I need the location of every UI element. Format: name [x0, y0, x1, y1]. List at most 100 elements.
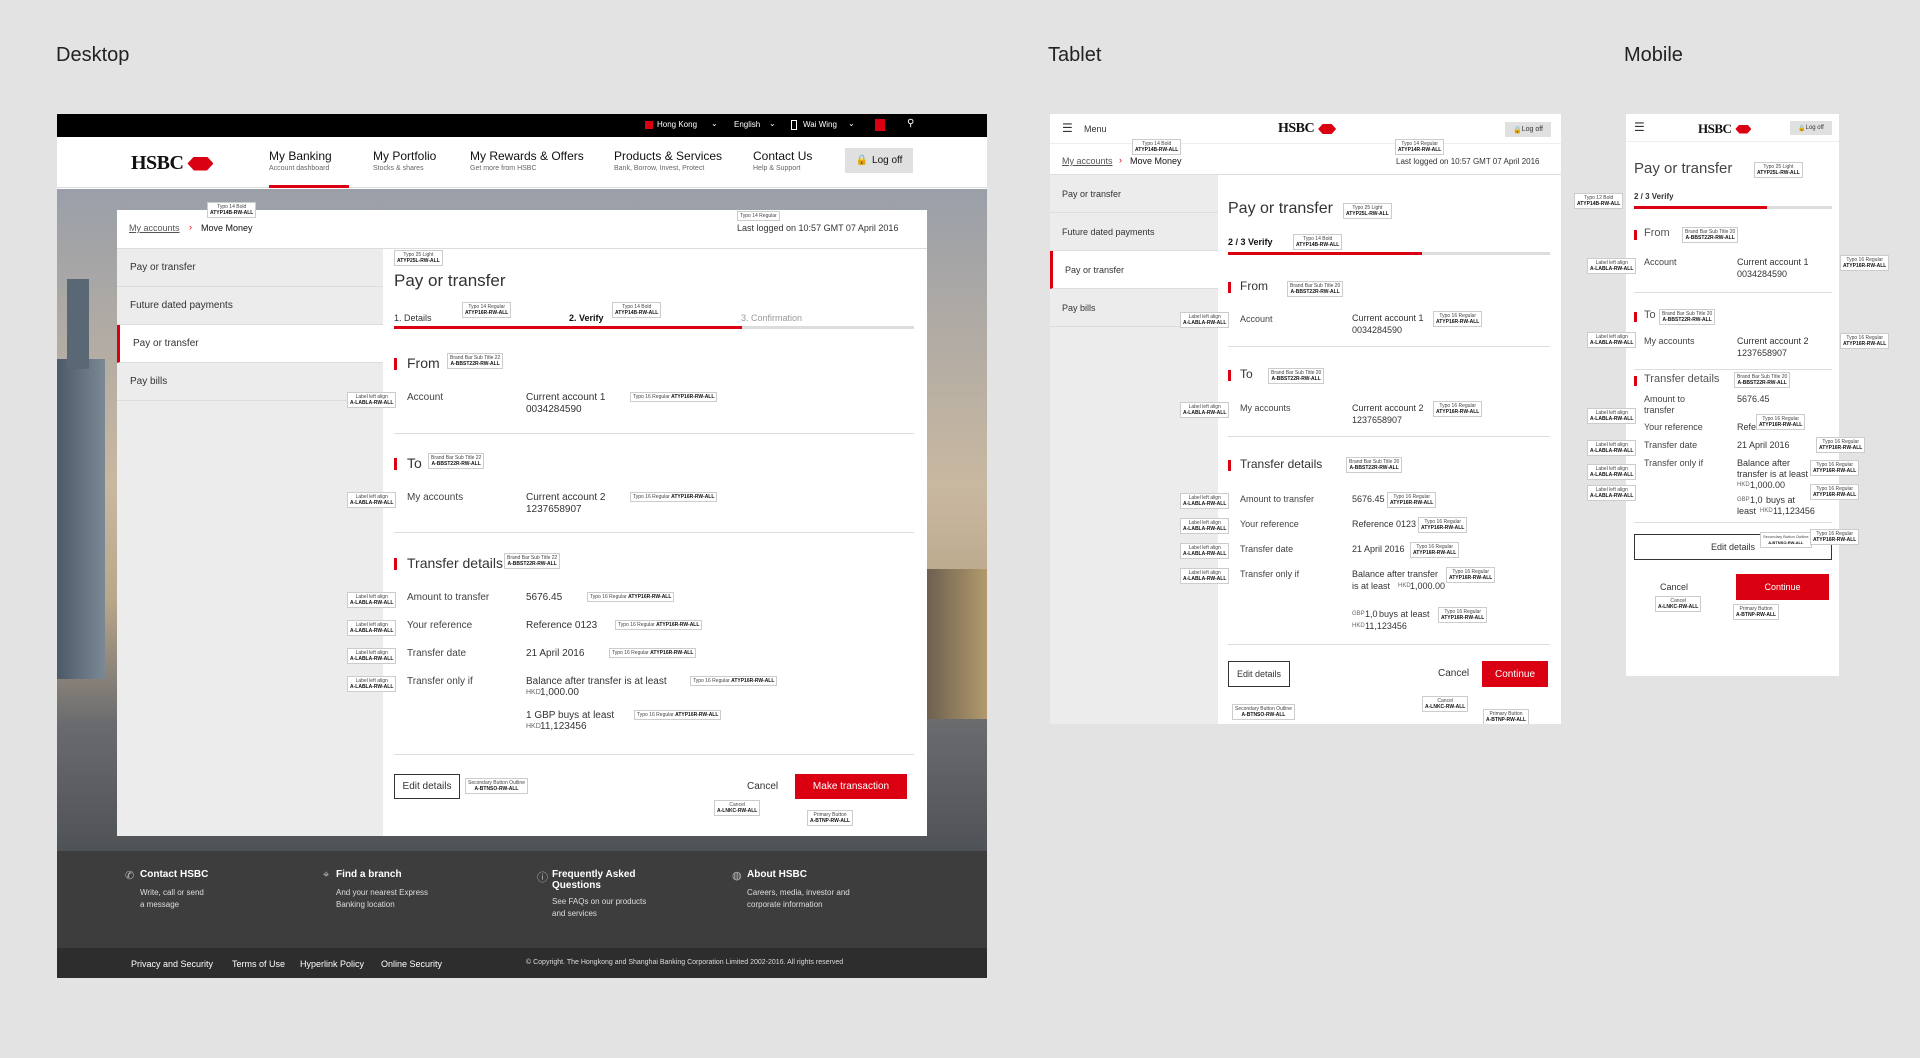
terms-link[interactable]: Terms of Use — [232, 959, 285, 969]
progress-fill — [1634, 206, 1767, 209]
footer-faq[interactable]: Frequently Asked Questions See FAQs on o… — [552, 869, 646, 918]
hsbc-logo[interactable]: HSBC — [1278, 121, 1337, 137]
to-number: 1237658907 — [1737, 348, 1788, 358]
footer-about[interactable]: About HSBC Careers, media, investor and … — [747, 869, 850, 909]
currency-code: HKD — [1737, 482, 1750, 488]
fx-rate-label: 1 GBP buys at least — [526, 710, 615, 721]
to-brand-bar — [1634, 312, 1637, 322]
page-title: Pay or transfer — [394, 271, 506, 290]
region-select[interactable]: Hong Kong — [657, 120, 697, 129]
to-label: My accounts — [1240, 403, 1291, 413]
logoff-button[interactable]: 🔒 Log off — [1790, 121, 1832, 135]
online-security-link[interactable]: Online Security — [381, 959, 442, 969]
sidebar-item-active[interactable]: Pay or transfer — [1050, 251, 1218, 289]
desktop-title: Desktop — [56, 44, 130, 66]
content-card: My accounts › Move Money Last logged on … — [117, 202, 927, 836]
spec-tag: Typo 16 Regular ATYP16R-RW-ALL — [1410, 542, 1460, 558]
reference-label: Your reference — [407, 620, 473, 631]
amount-label: Amount to — [1644, 394, 1686, 404]
menu-label[interactable]: Menu — [1084, 124, 1107, 134]
fx-rate-value: 11,123456 — [540, 721, 587, 732]
search-icon[interactable]: ⚲ — [907, 118, 914, 129]
edit-details-button[interactable]: Edit details — [394, 774, 460, 799]
chevron-down-icon: ⌄ — [769, 119, 776, 128]
language-select[interactable]: English — [734, 120, 760, 129]
spec-tag: Typo 14 Bold ATYP14B-RW-ALL — [612, 302, 662, 318]
logoff-button[interactable]: 🔒 Log off — [1505, 122, 1551, 137]
chevron-down-icon: ⌄ — [711, 119, 718, 128]
nav-contact-us[interactable]: Contact Us Help & Support — [753, 149, 812, 172]
logoff-button[interactable]: 🔒 Log off — [845, 148, 913, 173]
footer-branch[interactable]: Find a branch And your nearest Express B… — [336, 869, 428, 909]
to-number: 1237658907 — [526, 504, 582, 515]
nav-my-portfolio[interactable]: My Portfolio Stocks & shares — [373, 149, 436, 172]
make-transaction-button[interactable]: Make transaction — [795, 774, 907, 799]
edit-details-button[interactable]: Edit details — [1228, 661, 1290, 687]
spec-tag: Label left align A-LABLA-RW-ALL — [347, 676, 397, 692]
nav-my-rewards[interactable]: My Rewards & Offers Get more from HSBC — [470, 149, 584, 172]
hamburger-icon[interactable]: ☰ — [1062, 121, 1073, 135]
continue-button[interactable]: Continue — [1482, 661, 1548, 687]
spec-tag: Label left align A-LABLA-RW-ALL — [1587, 464, 1637, 480]
page-title: Pay or transfer — [1634, 160, 1733, 177]
hyperlink-policy-link[interactable]: Hyperlink Policy — [300, 959, 364, 969]
cancel-link[interactable]: Cancel — [1660, 582, 1688, 592]
cancel-link[interactable]: Cancel — [1438, 668, 1469, 679]
divider — [1228, 436, 1550, 437]
spec-tag: Typo 16 Regular ATYP16R-RW-ALL — [1446, 567, 1496, 583]
amount-value: 5676.45 — [526, 592, 563, 603]
sidebar-item-future-dated[interactable]: Future dated payments — [117, 287, 383, 325]
spec-tag: Label left align A-LABLA-RW-ALL — [1180, 568, 1230, 584]
breadcrumb-my-accounts[interactable]: My accounts — [129, 223, 180, 233]
continue-button[interactable]: Continue — [1736, 574, 1829, 600]
spec-tag: Label left align A-LABLA-RW-ALL — [1587, 332, 1637, 348]
step-confirmation: 3. Confirmation — [741, 313, 803, 323]
cancel-link[interactable]: Cancel — [747, 781, 778, 792]
hsbc-logo[interactable]: HSBC — [1698, 121, 1752, 137]
main-header: HSBC My Banking Account dashboard My Por… — [57, 137, 987, 188]
date-value: 21 April 2016 — [1352, 544, 1405, 554]
skyscraper-left-top — [67, 279, 89, 369]
sidebar-item-pay-bills[interactable]: Pay bills — [117, 363, 383, 401]
footer-contact[interactable]: Contact HSBC Write, call or send a messa… — [140, 869, 208, 909]
spec-tag: Typo 16 Regular ATYP16R-RW-ALL — [1810, 484, 1860, 500]
spec-tag: Label left align A-LABLA-RW-ALL — [347, 492, 397, 508]
amount-value: 5676.45 — [1352, 494, 1385, 504]
mobile-title: Mobile — [1624, 44, 1683, 66]
fx-rate-value: 11,123456 — [1365, 621, 1407, 631]
spec-tag: Typo 16 Regular ATYP16R-RW-ALL — [587, 592, 675, 602]
to-brand-bar — [1228, 370, 1231, 381]
sidebar-item-active[interactable]: Pay or transfer — [117, 325, 383, 363]
transfer-brand-bar — [394, 558, 397, 570]
privacy-link[interactable]: Privacy and Security — [131, 959, 213, 969]
sidebar-item-pay-or-transfer[interactable]: Pay or transfer — [1050, 175, 1218, 213]
spec-tag: Label left align A-LABLA-RW-ALL — [1180, 402, 1230, 418]
reference-label: Your reference — [1240, 519, 1299, 529]
hsbc-logo[interactable]: HSBC — [131, 152, 214, 175]
sidebar-item-pay-or-transfer[interactable]: Pay or transfer — [117, 249, 383, 287]
spec-tag: Brand Bar Sub Title 22 A-BBST22R-RW-ALL — [447, 353, 504, 369]
nav-my-banking[interactable]: My Banking Account dashboard — [269, 149, 332, 172]
sidebar: Pay or transfer Future dated payments Pa… — [117, 249, 383, 836]
currency-code: GBP — [1352, 611, 1365, 617]
tablet-frame: ☰ Menu HSBC 🔒 Log off My accounts › Move … — [1050, 114, 1561, 724]
inbox-icon[interactable] — [875, 119, 885, 131]
mobile-frame: ☰ HSBC 🔒 Log off Pay or transfer 2 / 3 Ve… — [1626, 114, 1839, 676]
spec-tag: Typo 16 Regular ATYP16R-RW-ALL — [1433, 401, 1483, 417]
step-details: 1. Details — [394, 313, 432, 323]
spec-tag: Label left align A-LABLA-RW-ALL — [1587, 258, 1637, 274]
to-brand-bar — [394, 458, 397, 470]
breadcrumb-current: Move Money — [201, 223, 253, 233]
min-balance: 1,000.00 — [540, 687, 579, 698]
hamburger-icon[interactable]: ☰ — [1634, 120, 1645, 134]
from-number: 0034284590 — [1737, 269, 1788, 279]
page-title: Pay or transfer — [1228, 200, 1333, 217]
desktop-frame: Hong Kong ⌄ English ⌄ Wai Wing ⌄ ⚲ HSBC … — [57, 114, 987, 978]
breadcrumb-my-accounts[interactable]: My accounts — [1062, 156, 1113, 166]
nav-products[interactable]: Products & Services Bank, Borrow, Invest… — [614, 149, 722, 172]
spec-tag: Typo 16 Regular ATYP16R-RW-ALL — [1418, 517, 1468, 533]
user-menu[interactable]: Wai Wing — [803, 120, 837, 129]
sidebar-item-future-dated[interactable]: Future dated payments — [1050, 213, 1218, 251]
fx-rate-value: 11,123456 — [1773, 506, 1815, 516]
spec-tag: Brand Bar Sub Title 20 A-BBST22R-RW-ALL — [1682, 227, 1739, 243]
